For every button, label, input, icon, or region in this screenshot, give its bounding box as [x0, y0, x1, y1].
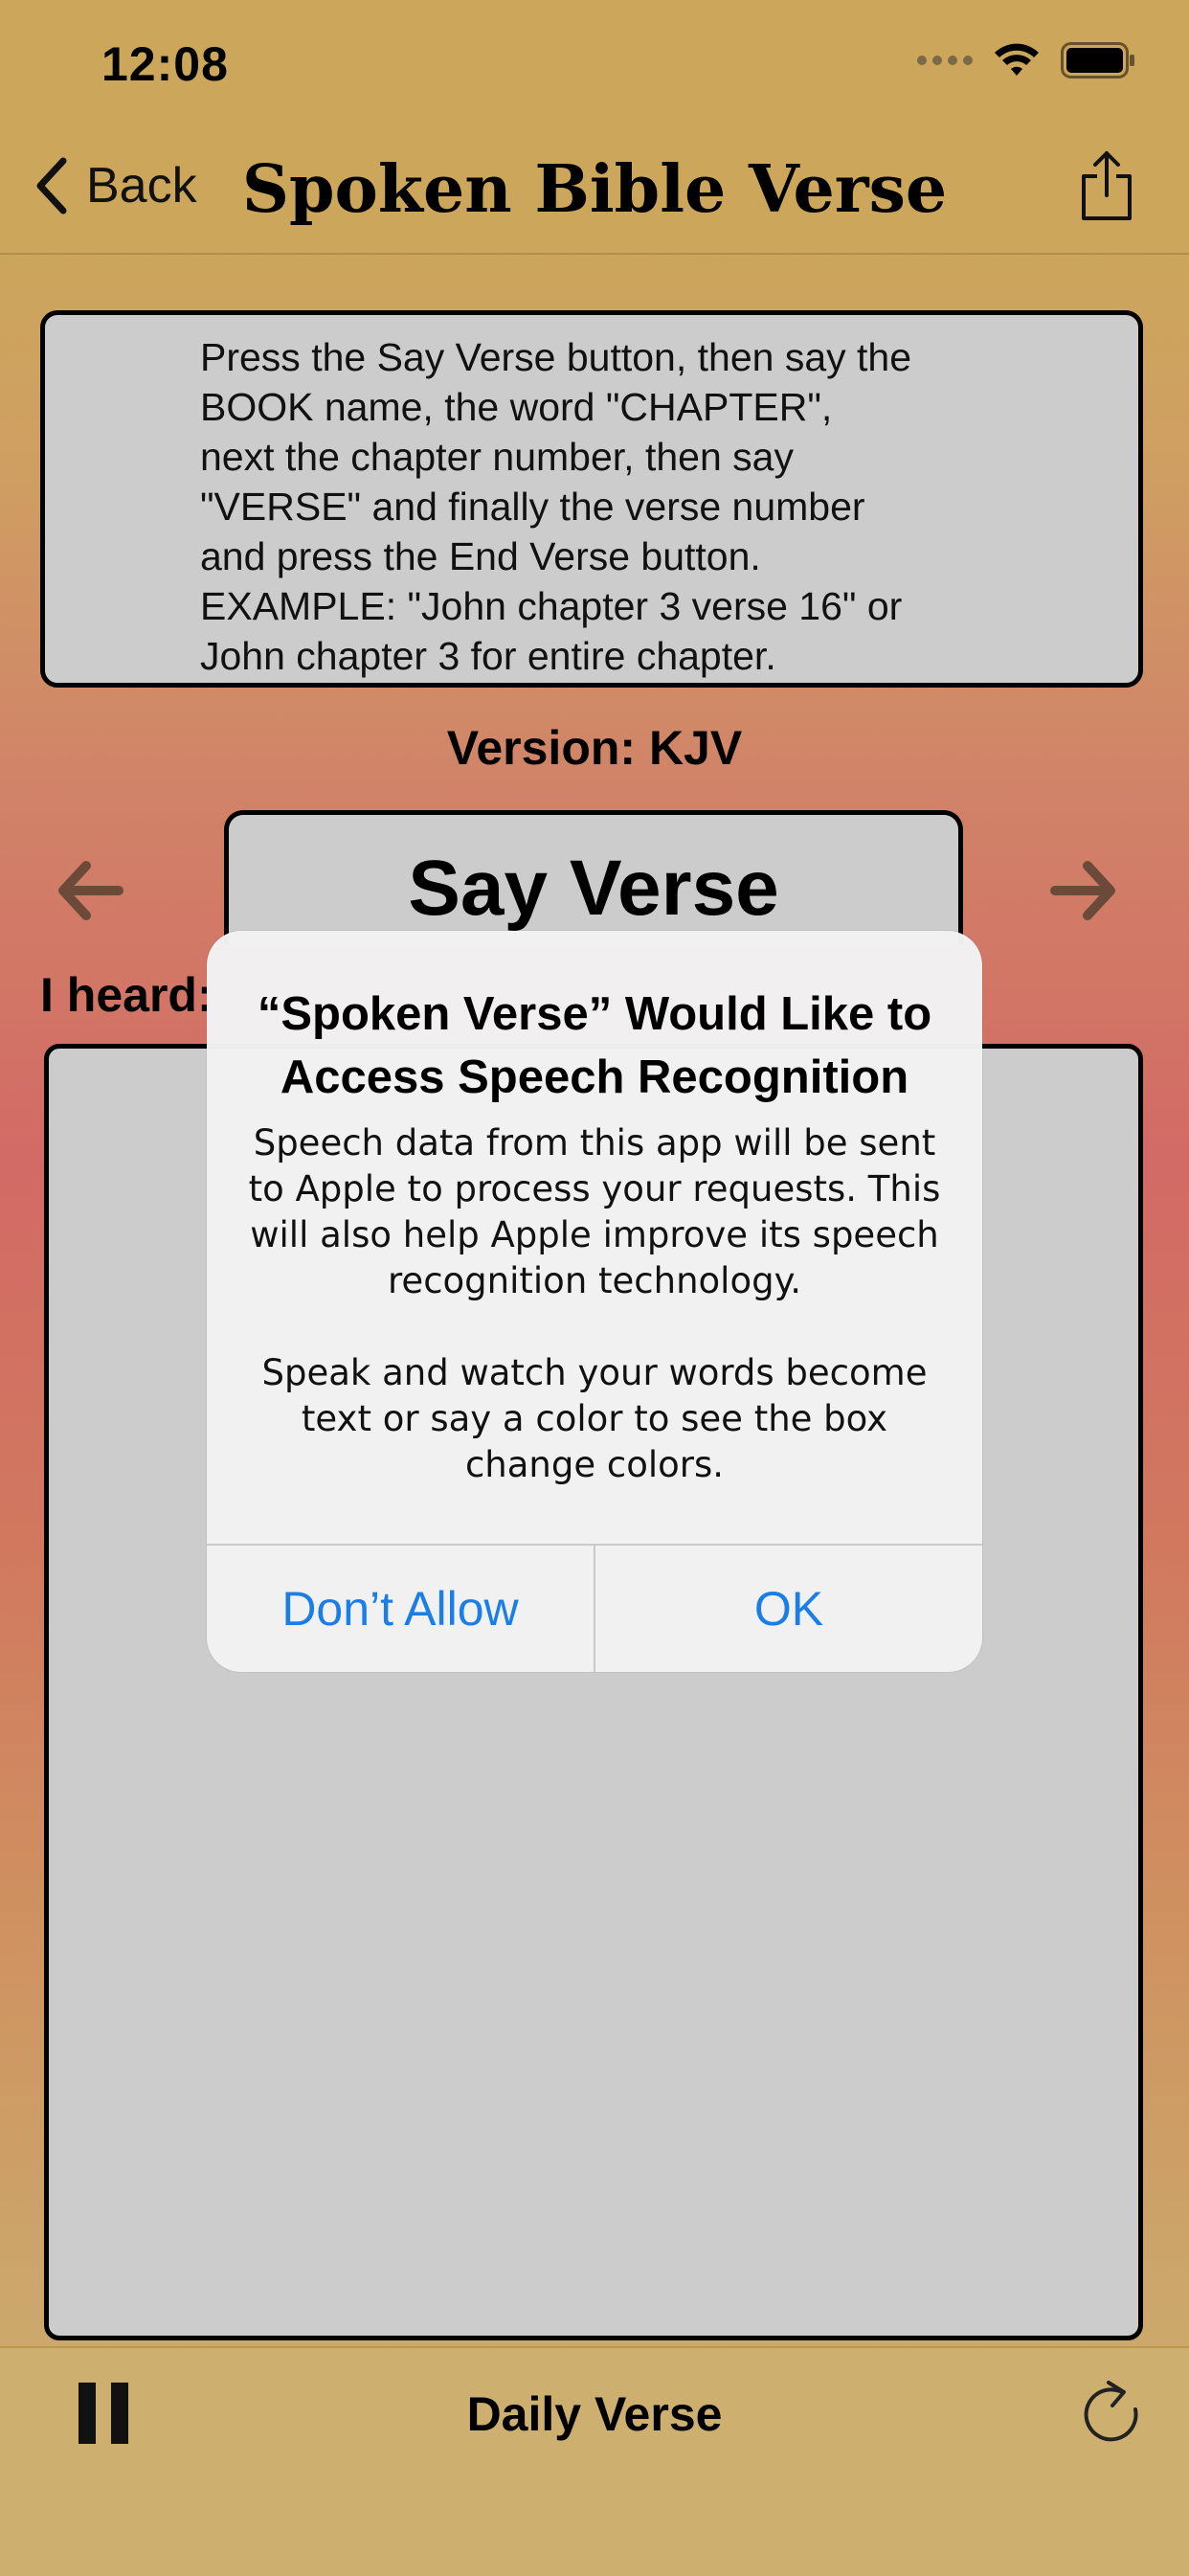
alert-message-paragraph: Speech data from this app will be sent t… — [248, 1122, 941, 1301]
daily-verse-button[interactable]: Daily Verse — [0, 2386, 1189, 2442]
heard-label: I heard: — [40, 968, 213, 1022]
instruction-line: and press the End Verse button. — [200, 534, 761, 578]
navigation-bar: Back Spoken Bible Verse — [0, 144, 1189, 255]
wifi-icon — [995, 43, 1039, 76]
page-title: Spoken Bible Verse — [241, 151, 948, 228]
permission-alert: “Spoken Verse” Would Like to Access Spee… — [207, 931, 982, 1672]
instruction-line: "VERSE" and finally the verse number — [200, 485, 865, 529]
refresh-icon — [1084, 2381, 1138, 2442]
next-arrow-button[interactable] — [1049, 860, 1118, 926]
instructions-panel: Press the Say Verse button, then say the… — [40, 310, 1143, 688]
version-label: Version: KJV — [446, 721, 743, 775]
share-button[interactable] — [1076, 149, 1137, 227]
instruction-line: next the chapter number, then say — [200, 435, 794, 479]
alert-message-paragraph: Speak and watch your words become text o… — [261, 1352, 928, 1485]
arrow-left-icon — [58, 861, 123, 920]
alert-actions: Don’t Allow OK — [207, 1544, 982, 1672]
instruction-line: BOOK name, the word "CHAPTER", — [200, 385, 833, 429]
status-indicators — [917, 42, 1135, 79]
battery-icon — [1061, 42, 1134, 79]
alert-message: Speech data from this app will be sent t… — [245, 1120, 944, 1488]
instruction-line: Press the Say Verse button, then say the — [200, 335, 912, 379]
alert-title: “Spoken Verse” Would Like to Access Spee… — [257, 988, 932, 1103]
status-time: 12:08 — [101, 37, 229, 91]
instruction-line: John chapter 3 for entire chapter. — [200, 634, 776, 678]
ok-button[interactable]: OK — [594, 1546, 982, 1672]
say-verse-button[interactable]: Say Verse — [224, 810, 963, 944]
cellular-signal-icon — [917, 56, 973, 65]
dont-allow-button[interactable]: Don’t Allow — [207, 1546, 594, 1672]
previous-arrow-button[interactable] — [56, 860, 124, 926]
share-icon — [1082, 151, 1132, 220]
bottom-toolbar: Daily Verse — [0, 2346, 1189, 2576]
refresh-button[interactable] — [1080, 2379, 1145, 2452]
instruction-line: EXAMPLE: "John chapter 3 verse 16" or — [200, 584, 903, 628]
arrow-right-icon — [1050, 861, 1115, 920]
